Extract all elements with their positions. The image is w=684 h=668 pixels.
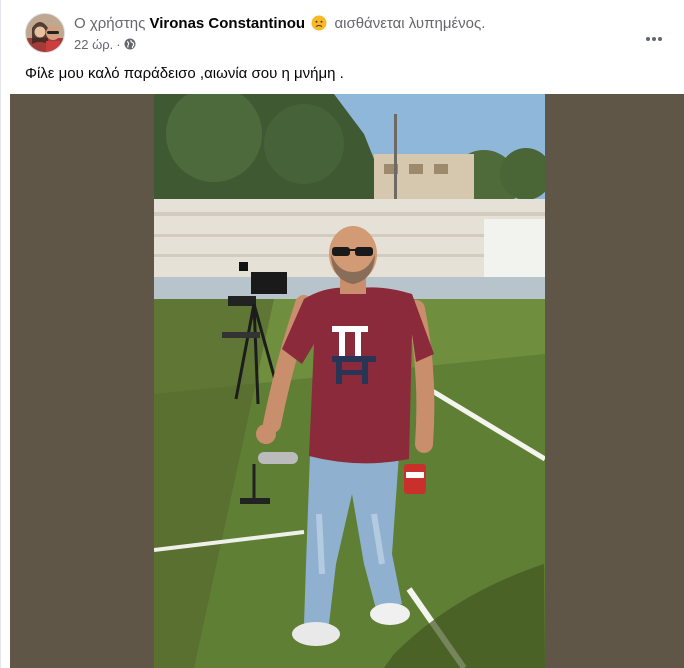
facebook-post: Ο χρήστης Vironas Constantinou αισθάνετα… [0, 0, 684, 668]
author-name[interactable]: Vironas Constantinou [150, 15, 306, 32]
feeling-text: αισθάνεται λυπημένος. [334, 15, 486, 32]
globe-icon[interactable] [124, 37, 136, 50]
separator-dot: · [116, 37, 121, 52]
post-photo[interactable] [154, 94, 545, 668]
post-caption: Φίλε μου καλό παράδεισο ,αιωνία σου η μν… [25, 65, 344, 82]
post-media[interactable] [10, 94, 684, 668]
sad-face-emoji-icon [311, 15, 327, 31]
post-header: Ο χρήστης Vironas Constantinou αισθάνετα… [25, 13, 684, 55]
more-options-button[interactable] [642, 27, 666, 51]
more-options-icon [646, 37, 662, 41]
post-subtitle-line: 22 ώρ. · [74, 36, 485, 54]
post-meta: Ο χρήστης Vironas Constantinou αισθάνετα… [74, 14, 485, 54]
author-prefix: Ο χρήστης [74, 15, 146, 32]
author-avatar[interactable] [25, 13, 65, 53]
post-title-line: Ο χρήστης Vironas Constantinou αισθάνετα… [74, 14, 485, 34]
post-timestamp[interactable]: 22 ώρ. [74, 37, 113, 52]
